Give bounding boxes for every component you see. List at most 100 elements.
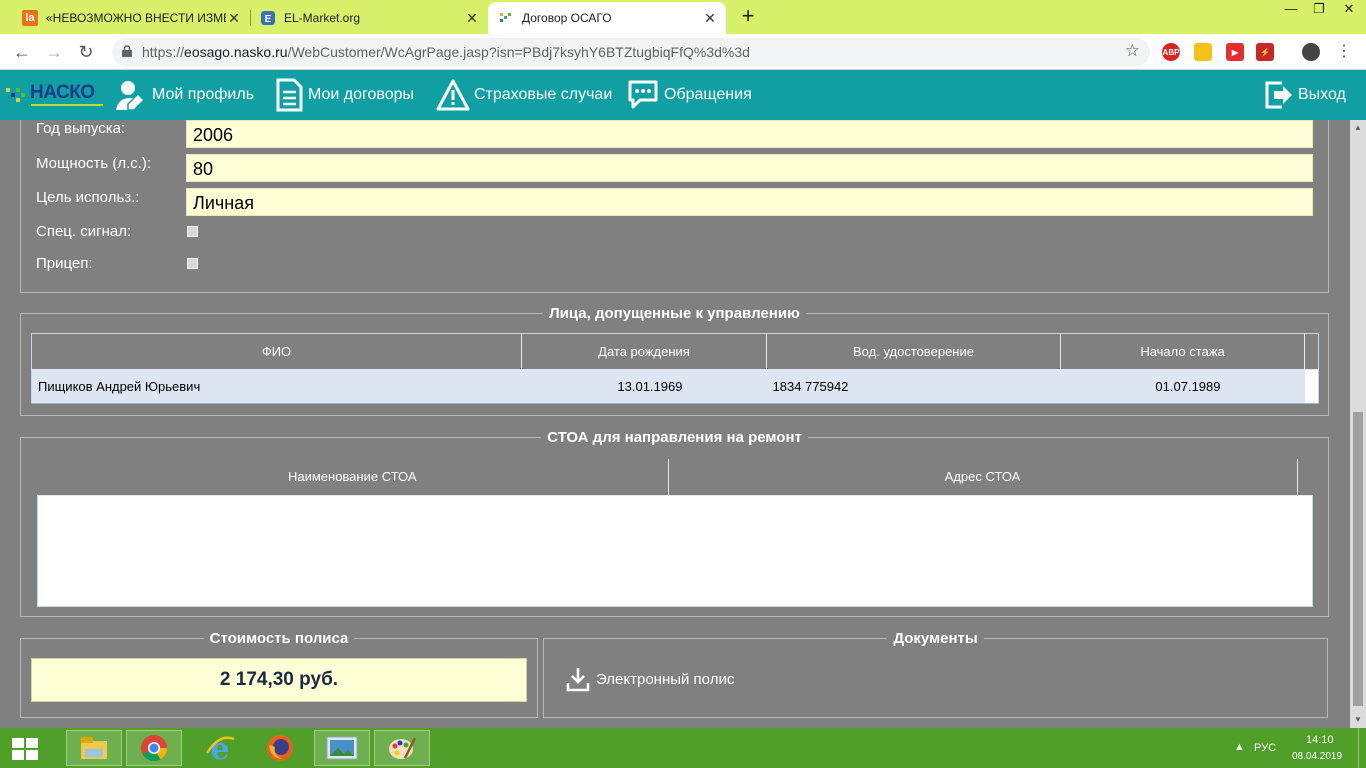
documents-legend: Документы bbox=[544, 630, 1327, 648]
windows-taskbar: e ▲ РУС 14:10 08.04.2019 bbox=[0, 728, 1366, 768]
profile-avatar-icon[interactable] bbox=[1302, 43, 1320, 61]
user-edit-icon bbox=[116, 81, 146, 111]
window-close-icon[interactable]: ✕ bbox=[1334, 0, 1364, 20]
chrome-icon[interactable] bbox=[126, 730, 182, 766]
logo-dots-icon bbox=[6, 88, 25, 102]
col-fio[interactable]: ФИО bbox=[31, 333, 522, 370]
bookmark-extension-icon[interactable] bbox=[1194, 43, 1212, 61]
driver-birth: 13.01.1969 bbox=[521, 369, 767, 404]
restore-icon[interactable]: ❐ bbox=[1304, 0, 1334, 20]
year-field[interactable]: 2006 bbox=[186, 120, 1313, 148]
bookmark-star-icon[interactable]: ☆ bbox=[1125, 41, 1140, 61]
col-license[interactable]: Вод. удостоверение bbox=[766, 333, 1061, 370]
nav-my-profile[interactable]: Мой профиль bbox=[114, 78, 254, 112]
site-header: НАСКО Мой профиль Мои договоры Страховые… bbox=[0, 70, 1366, 120]
col-spacer bbox=[1304, 333, 1319, 370]
tab-title: Договор ОСАГО bbox=[522, 11, 612, 25]
media-extension-icon[interactable]: ▶ bbox=[1226, 43, 1244, 61]
row-spacer bbox=[1304, 369, 1319, 404]
col-spacer bbox=[1297, 459, 1313, 496]
power-label: Мощность (л.с.): bbox=[36, 155, 152, 172]
close-icon[interactable]: ✕ bbox=[464, 10, 480, 26]
tray-expand-icon[interactable]: ▲ bbox=[1234, 741, 1245, 753]
nav-label: Страховые случаи bbox=[474, 86, 613, 103]
photo-viewer-icon[interactable] bbox=[314, 730, 370, 766]
minimize-icon[interactable]: — bbox=[1276, 0, 1306, 20]
scroll-up-icon[interactable]: ▲ bbox=[1350, 120, 1366, 136]
new-tab-button[interactable]: + bbox=[738, 5, 758, 27]
browser-tab-strip: la «НЕВОЗМОЖНО ВНЕСТИ ИЗМЕ ✕ E EL-Market… bbox=[0, 0, 1366, 34]
tab-nevozmozhno[interactable]: la «НЕВОЗМОЖНО ВНЕСТИ ИЗМЕ ✕ bbox=[12, 2, 250, 34]
tab-dogovor-osago[interactable]: Договор ОСАГО ✕ bbox=[488, 2, 726, 34]
electronic-policy-link[interactable]: Электронный полис bbox=[566, 666, 734, 692]
scroll-down-icon[interactable]: ▼ bbox=[1350, 712, 1366, 728]
clock-date[interactable]: 08.04.2019 bbox=[1292, 751, 1342, 762]
address-bar[interactable]: https://eosago.nasko.ru/WebCustomer/WcAg… bbox=[112, 38, 1150, 66]
driver-name: Пищиков Андрей Юрьевич bbox=[31, 369, 522, 404]
back-icon[interactable]: ← bbox=[12, 42, 32, 62]
close-icon[interactable]: ✕ bbox=[226, 10, 242, 26]
clock-time[interactable]: 14:10 bbox=[1306, 734, 1334, 746]
drivers-header-row: ФИО Дата рождения Вод. удостоверение Нач… bbox=[31, 333, 1319, 370]
page-content: Год выпуска: 2006 Мощность (л.с.): 80 Це… bbox=[0, 120, 1350, 728]
purpose-field[interactable]: Личная bbox=[186, 188, 1313, 216]
input-language[interactable]: РУС bbox=[1254, 742, 1276, 754]
logout-icon bbox=[1265, 81, 1292, 109]
special-signal-label: Спец. сигнал: bbox=[36, 223, 132, 240]
price-legend: Стоимость полиса bbox=[21, 630, 537, 648]
nav-label: Мои договоры bbox=[308, 86, 415, 103]
url-text: https://eosago.nasko.ru/WebCustomer/WcAg… bbox=[142, 44, 750, 60]
lock-icon bbox=[122, 45, 132, 57]
logout-button[interactable]: Выход bbox=[1264, 78, 1346, 112]
trailer-label: Прицеп: bbox=[36, 255, 93, 272]
download-icon bbox=[566, 668, 590, 692]
file-explorer-icon[interactable] bbox=[66, 730, 122, 766]
tab-title: «НЕВОЗМОЖНО ВНЕСТИ ИЗМЕ bbox=[46, 11, 226, 25]
trailer-checkbox[interactable] bbox=[187, 258, 198, 269]
nav-label: Обращения bbox=[664, 86, 752, 103]
reload-icon[interactable]: ↻ bbox=[76, 42, 96, 62]
close-icon[interactable]: ✕ bbox=[702, 10, 718, 26]
power-field[interactable]: 80 bbox=[186, 154, 1313, 182]
col-stoa-address[interactable]: Адрес СТОА bbox=[668, 459, 1298, 496]
driver-license: 1834 775942 bbox=[766, 369, 1061, 404]
stoa-table: Наименование СТОА Адрес СТОА bbox=[37, 459, 1313, 496]
show-desktop-button[interactable] bbox=[1358, 728, 1366, 768]
paint-icon[interactable] bbox=[374, 730, 430, 766]
forward-icon[interactable]: → bbox=[44, 42, 64, 62]
windows-start-icon[interactable] bbox=[10, 736, 40, 762]
document-icon bbox=[276, 78, 303, 112]
stoa-legend: СТОА для направления на ремонт bbox=[21, 429, 1328, 447]
tab-el-market[interactable]: E EL-Market.org ✕ bbox=[250, 2, 488, 34]
nav-label: Мой профиль bbox=[152, 86, 255, 103]
drivers-table: ФИО Дата рождения Вод. удостоверение Нач… bbox=[31, 333, 1319, 404]
scroll-thumb[interactable] bbox=[1353, 412, 1363, 706]
logout-label: Выход bbox=[1298, 86, 1346, 103]
stoa-header-row: Наименование СТОА Адрес СТОА bbox=[37, 459, 1313, 496]
col-birth-date[interactable]: Дата рождения bbox=[521, 333, 767, 370]
pdf-extension-icon[interactable]: ⚡ bbox=[1256, 43, 1274, 61]
year-label: Год выпуска: bbox=[36, 120, 126, 137]
nav-insurance-cases[interactable]: Страховые случаи bbox=[436, 78, 612, 112]
table-row[interactable]: Пищиков Андрей Юрьевич 13.01.1969 1834 7… bbox=[31, 369, 1319, 404]
electronic-policy-label: Электронный полис bbox=[596, 670, 735, 688]
page-scrollbar[interactable]: ▲ ▼ bbox=[1350, 120, 1366, 728]
svg-text:E: E bbox=[265, 14, 272, 25]
col-stoa-name[interactable]: Наименование СТОА bbox=[37, 459, 669, 496]
col-exp-start[interactable]: Начало стажа bbox=[1060, 333, 1305, 370]
firefox-icon[interactable] bbox=[252, 730, 308, 766]
drivers-legend: Лица, допущенные к управлению bbox=[21, 305, 1328, 323]
nasko-logo[interactable]: НАСКО bbox=[6, 80, 103, 110]
nasko-favicon-icon bbox=[498, 10, 514, 26]
nav-appeals[interactable]: Обращения bbox=[626, 78, 752, 112]
special-signal-checkbox[interactable] bbox=[187, 226, 198, 237]
adblock-extension-icon[interactable]: ABP bbox=[1162, 43, 1180, 61]
nav-my-contracts[interactable]: Мои договоры bbox=[274, 78, 414, 112]
purpose-label: Цель использ.: bbox=[36, 189, 140, 206]
el-market-favicon-icon: E bbox=[260, 10, 276, 26]
menu-icon[interactable]: ⋮ bbox=[1334, 42, 1354, 62]
tab-title: EL-Market.org bbox=[284, 11, 361, 25]
browser-toolbar: ← → ↻ https://eosago.nasko.ru/WebCustome… bbox=[0, 34, 1366, 70]
logo-underline bbox=[31, 104, 103, 106]
internet-explorer-icon[interactable]: e bbox=[192, 730, 248, 766]
